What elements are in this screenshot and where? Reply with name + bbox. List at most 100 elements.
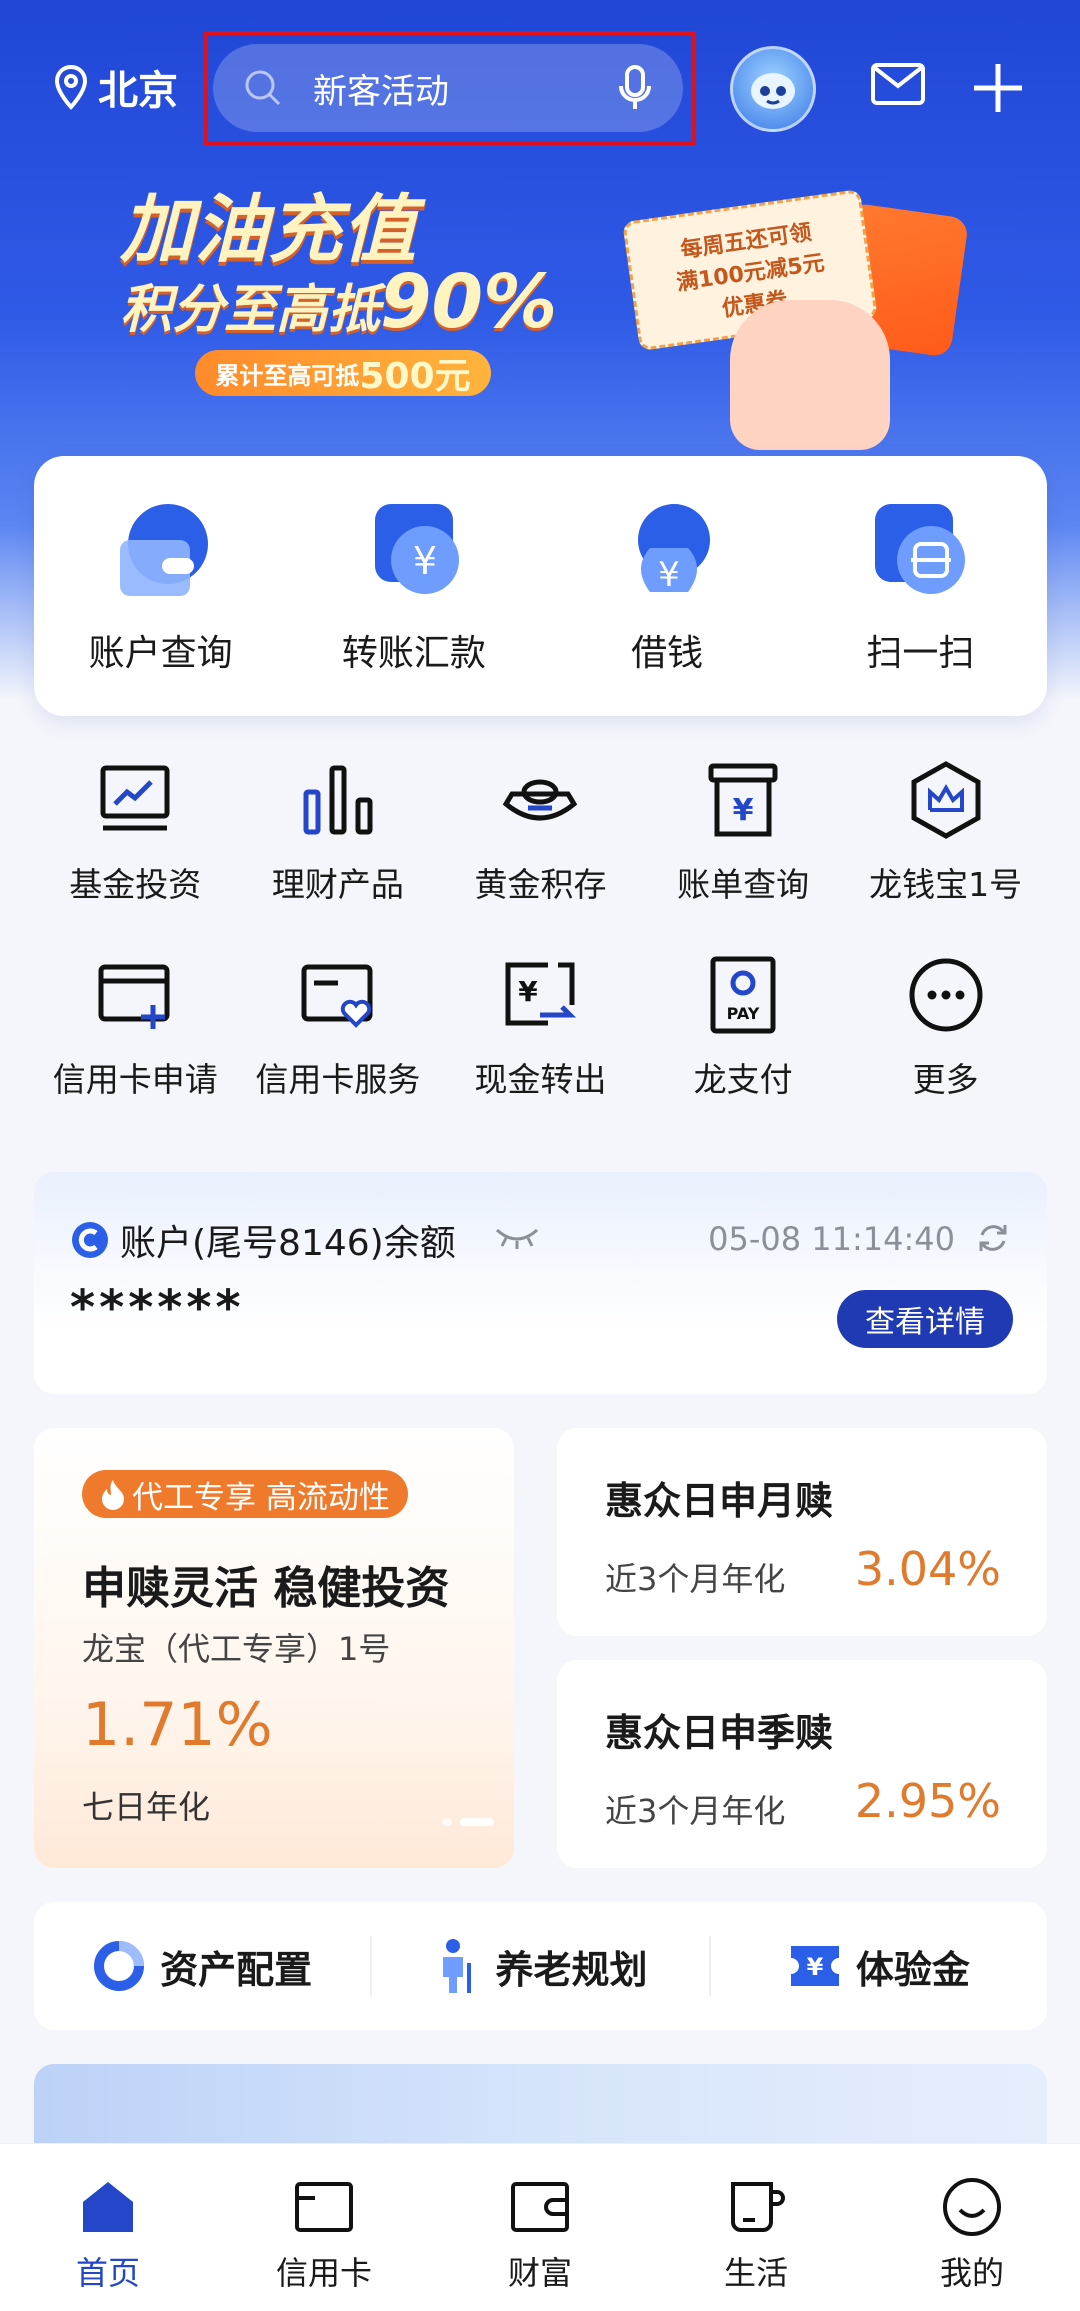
smile-icon: [943, 2178, 1001, 2236]
quick-action-transfer[interactable]: ¥ 转账汇款: [287, 456, 540, 716]
service-row: 基金投资 理财产品 黄金积存 ¥ 账单查询 龙钱宝1号: [34, 760, 1047, 955]
product-tag-text: 代工专享 高流动性: [132, 1479, 390, 1516]
card-icon: [295, 2182, 353, 2232]
fund-chart-icon: [100, 765, 170, 831]
service-bill-query[interactable]: ¥ 账单查询: [642, 760, 845, 955]
search-icon: [245, 70, 281, 106]
featured-product-card[interactable]: 代工专享 高流动性 申赎灵活 稳健投资 龙宝（代工专享）1号 1.71% 七日年…: [34, 1428, 514, 1868]
feature-label: 资产配置: [160, 1947, 313, 1992]
service-credit-card-service[interactable]: 信用卡服务: [237, 955, 440, 1150]
balance-title-text: 账户(尾号8146)余额: [120, 1223, 456, 1264]
service-label: 账单查询: [677, 865, 810, 904]
service-label: 现金转出: [474, 1060, 607, 1099]
service-credit-card-apply[interactable]: 信用卡申请: [34, 955, 237, 1150]
service-grid: 基金投资 理财产品 黄金积存 ¥ 账单查询 龙钱宝1号 信用卡申请 信用卡服务 …: [34, 760, 1047, 1150]
nav-label: 我的: [939, 2254, 1004, 2292]
location-selector[interactable]: 北京: [54, 58, 178, 116]
service-fund-investment[interactable]: 基金投资: [34, 760, 237, 955]
service-cash-out[interactable]: ¥ 现金转出: [439, 955, 642, 1150]
balance-masked-value: ******: [70, 1280, 245, 1336]
pie-icon: [94, 1941, 145, 1991]
nav-label: 财富: [507, 2254, 572, 2292]
quick-action-borrow[interactable]: ¥ 借钱: [541, 456, 794, 716]
robot-assistant-icon: [751, 73, 795, 109]
svg-text:¥: ¥: [519, 975, 539, 1008]
feature-retirement-planning[interactable]: 养老规划: [372, 1937, 708, 1995]
assistant-avatar[interactable]: [730, 46, 816, 132]
nav-label: 生活: [723, 2254, 788, 2292]
feature-trial-fund[interactable]: ¥ 体验金: [711, 1939, 1047, 1994]
service-label: 信用卡申请: [52, 1060, 218, 1099]
feature-asset-allocation[interactable]: 资产配置: [34, 1939, 370, 1994]
card-heart-icon: [301, 964, 373, 1028]
nav-mine[interactable]: 我的: [864, 2144, 1080, 2311]
wallet-icon: [119, 504, 208, 596]
card-add-icon: [98, 964, 170, 1029]
product-card[interactable]: 惠众日申月赎 近3个月年化 3.04%: [557, 1428, 1047, 1636]
service-label: 基金投资: [69, 865, 202, 904]
nav-home[interactable]: 首页: [0, 2144, 216, 2311]
product-name: 龙宝（代工专享）1号: [82, 1630, 391, 1668]
service-label: 理财产品: [271, 865, 404, 904]
feature-label: 养老规划: [495, 1947, 648, 1992]
nav-credit-card[interactable]: 信用卡: [216, 2144, 432, 2311]
product-card[interactable]: 惠众日申季赎 近3个月年化 2.95%: [557, 1660, 1047, 1868]
banner-pill: 累计至高可抵 500元: [195, 350, 491, 397]
product-card-rate: 3.04%: [854, 1542, 1001, 1596]
mail-icon[interactable]: [870, 62, 926, 106]
refresh-icon[interactable]: [975, 1220, 1011, 1256]
product-card-name: 惠众日申季赎: [605, 1711, 834, 1755]
service-more[interactable]: 更多: [844, 955, 1047, 1150]
pay-icon: PAY: [710, 956, 776, 1034]
svg-text:¥: ¥: [658, 555, 680, 595]
microphone-icon[interactable]: [617, 64, 653, 112]
gold-ingot-icon: [503, 779, 578, 821]
service-label: 黄金积存: [474, 865, 607, 904]
banner-pill-prefix: 累计至高可抵: [215, 361, 360, 390]
product-tag: 代工专享 高流动性: [82, 1470, 408, 1518]
next-section-peek: [34, 2064, 1047, 2144]
location-label: 北京: [98, 68, 178, 114]
banner-line2-value: 90%: [380, 259, 558, 345]
banner-pill-value: 500元: [359, 356, 471, 397]
top-bar: 北京 新客活动: [0, 0, 1080, 180]
add-icon[interactable]: [970, 60, 1026, 116]
service-wealth-products[interactable]: 理财产品: [237, 760, 440, 955]
svg-text:¥: ¥: [733, 793, 754, 828]
banner-headline: 加油充值 积分至高抵90%: [120, 190, 560, 342]
search-input[interactable]: 新客活动: [213, 44, 683, 132]
product-card-name: 惠众日申月赎: [605, 1479, 834, 1523]
service-gold-savings[interactable]: 黄金积存: [439, 760, 642, 955]
location-pin-icon: [54, 64, 88, 110]
bill-icon: ¥: [708, 763, 778, 837]
quick-action-label: 借钱: [631, 633, 704, 674]
elder-icon: [443, 1939, 472, 1993]
service-label: 更多: [912, 1060, 979, 1099]
product-card-sub: 近3个月年化: [605, 1792, 786, 1830]
balance-card[interactable]: 账户(尾号8146)余额 05-08 11:14:40 ****** 查看详情: [34, 1172, 1047, 1394]
bottom-nav: 首页 信用卡 财富 生活 我的: [0, 2143, 1080, 2311]
nav-wealth[interactable]: 财富: [432, 2144, 648, 2311]
balance-timestamp: 05-08 11:14:40: [708, 1220, 955, 1258]
service-long-pay[interactable]: PAY 龙支付: [642, 955, 845, 1150]
quick-action-label: 账户查询: [88, 633, 233, 674]
view-details-button[interactable]: 查看详情: [837, 1290, 1013, 1348]
quick-action-scan[interactable]: 扫一扫: [794, 456, 1047, 716]
quick-action-account-query[interactable]: 账户查询: [34, 456, 287, 716]
banner-line2: 积分至高抵90%: [120, 265, 560, 342]
quick-action-label: 转账汇款: [341, 633, 486, 674]
yuan-transfer-icon: ¥: [374, 504, 459, 594]
hand-graphic: [730, 300, 890, 450]
carousel-dot: [442, 1818, 452, 1826]
nav-life[interactable]: 生活: [648, 2144, 864, 2311]
crown-hexagon-icon: [911, 761, 981, 839]
quick-action-label: 扫一扫: [866, 633, 975, 674]
bar-chart-icon: [303, 765, 373, 835]
svg-text:¥: ¥: [806, 1953, 823, 1981]
service-label: 信用卡服务: [255, 1060, 421, 1099]
svg-text:PAY: PAY: [727, 1004, 760, 1023]
feature-bar: 资产配置 养老规划 ¥ 体验金: [34, 1902, 1047, 2030]
eye-closed-icon[interactable]: [494, 1222, 540, 1250]
svg-text:¥: ¥: [413, 539, 437, 583]
service-longqianbao[interactable]: 龙钱宝1号: [844, 760, 1047, 955]
